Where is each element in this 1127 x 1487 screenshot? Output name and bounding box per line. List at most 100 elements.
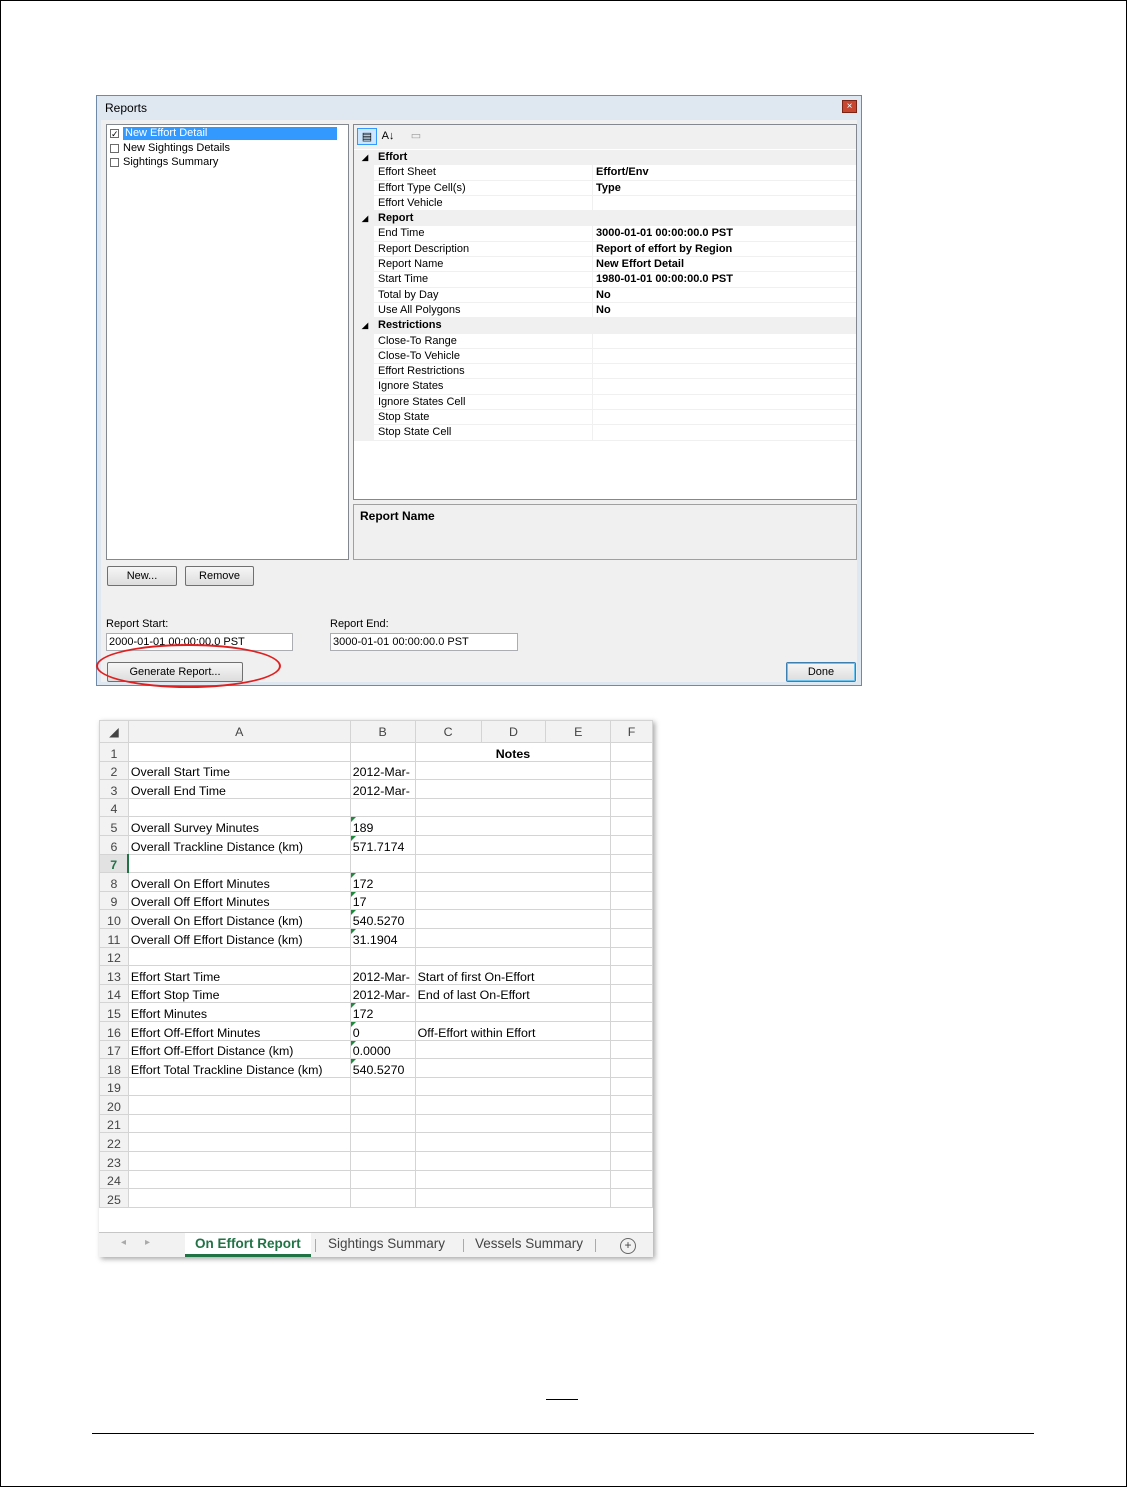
cell-b[interactable] [349, 853, 416, 874]
cell-c[interactable] [414, 760, 612, 781]
cell-f[interactable] [610, 1039, 653, 1060]
cell-f[interactable] [610, 853, 653, 874]
column-header[interactable]: E [545, 720, 612, 743]
report-end-field[interactable]: 3000-01-01 00:00:00.0 PST [330, 633, 518, 651]
cell-c[interactable] [414, 1076, 612, 1097]
row-header[interactable]: 15 [99, 1002, 129, 1022]
row-header[interactable]: 10 [99, 909, 129, 929]
cell-a[interactable] [127, 1113, 351, 1134]
cell-a[interactable]: Overall Off Effort Minutes [127, 890, 351, 911]
row-header[interactable]: 21 [99, 1113, 129, 1134]
cell-b[interactable]: 17 [349, 890, 416, 911]
cell-f[interactable] [610, 779, 653, 799]
property-row[interactable]: Close-To Range [354, 333, 856, 349]
property-value[interactable]: No [596, 288, 611, 303]
report-list-item[interactable]: Sightings Summary [110, 156, 218, 169]
cell-c[interactable]: Off-Effort within Effort [414, 1020, 612, 1041]
cell-a[interactable] [127, 1095, 351, 1115]
property-row[interactable]: Effort Vehicle [354, 195, 856, 212]
cell-b[interactable]: 172 [349, 1002, 416, 1022]
cell-a[interactable]: Effort Start Time [127, 965, 351, 985]
cell-f[interactable] [610, 1188, 653, 1208]
sheet-nav-next-icon[interactable]: ▸ [145, 1237, 150, 1248]
cell-a[interactable] [127, 797, 351, 818]
sheet-tab-on-effort-report[interactable]: On Effort Report [185, 1233, 311, 1257]
cell-f[interactable] [610, 965, 653, 985]
property-row[interactable]: Effort Restrictions [354, 364, 856, 380]
row-header[interactable]: 9 [99, 890, 129, 911]
property-category[interactable]: ◢ Restrictions [354, 318, 856, 334]
collapse-caret-icon[interactable]: ◢ [362, 150, 368, 165]
property-row[interactable]: Stop State [354, 410, 856, 426]
row-header[interactable]: 25 [99, 1188, 129, 1208]
cell-a[interactable]: Overall Trackline Distance (km) [127, 834, 351, 855]
cell-a[interactable] [127, 1132, 351, 1153]
cell-c[interactable] [414, 816, 612, 836]
cell-c[interactable] [414, 779, 612, 799]
cell-c[interactable] [414, 1113, 612, 1134]
cell-f[interactable] [610, 1020, 653, 1041]
cell-c[interactable] [414, 927, 612, 948]
row-header[interactable]: 6 [99, 834, 129, 855]
cell-a[interactable] [127, 946, 351, 967]
cell-b[interactable]: 172 [349, 872, 416, 892]
cell-f[interactable] [610, 872, 653, 892]
cell-a[interactable] [127, 853, 351, 874]
done-button[interactable]: Done [786, 662, 856, 682]
cell-c[interactable] [414, 1039, 612, 1060]
property-row[interactable]: Start Time 1980-01-01 00:00:00.0 PST [354, 272, 856, 288]
row-header[interactable]: 4 [99, 797, 129, 818]
cell-f[interactable] [610, 946, 653, 967]
property-value[interactable]: Effort/Env [596, 165, 649, 180]
column-header[interactable]: D [480, 720, 547, 743]
cell-a[interactable]: Overall On Effort Minutes [127, 872, 351, 892]
cell-f[interactable] [610, 1169, 653, 1190]
row-header[interactable]: 18 [99, 1058, 129, 1078]
cell-b[interactable]: 2012-Mar- [349, 983, 416, 1004]
row-header[interactable]: 20 [99, 1095, 129, 1115]
row-header[interactable]: 14 [99, 983, 129, 1004]
property-row[interactable]: Ignore States [354, 379, 856, 395]
property-row[interactable]: End Time 3000-01-01 00:00:00.0 PST [354, 226, 856, 242]
cell-c[interactable] [414, 1132, 612, 1153]
property-row[interactable]: Report Description Report of effort by Re… [354, 241, 856, 258]
row-header[interactable]: 7 [99, 853, 130, 874]
property-row[interactable]: Report Name New Effort Detail [354, 257, 856, 273]
cell-f[interactable] [610, 1113, 653, 1134]
categorized-view-icon[interactable]: ▤ [357, 128, 377, 145]
cell-f[interactable] [610, 742, 653, 762]
cell-b[interactable] [349, 1076, 416, 1097]
row-header[interactable]: 2 [99, 760, 129, 781]
cell-a[interactable] [127, 1188, 351, 1208]
property-row[interactable]: Use All Polygons No [354, 302, 856, 319]
row-header[interactable]: 19 [99, 1076, 129, 1097]
cell-c[interactable]: Start of first On-Effort [414, 965, 612, 985]
cell-f[interactable] [610, 1058, 653, 1078]
cell-b[interactable] [349, 1095, 416, 1115]
cell-a[interactable]: Effort Off-Effort Distance (km) [127, 1039, 351, 1060]
cell-a[interactable]: Effort Off-Effort Minutes [127, 1020, 351, 1041]
property-value[interactable]: 1980-01-01 00:00:00.0 PST [596, 272, 733, 287]
column-header[interactable]: A [127, 720, 351, 743]
cell-b[interactable]: 31.1904 [349, 927, 416, 948]
property-row[interactable]: Ignore States Cell [354, 394, 856, 411]
close-icon[interactable]: × [842, 100, 857, 113]
cell-c[interactable] [414, 890, 612, 911]
row-header[interactable]: 12 [99, 946, 129, 967]
row-header[interactable]: 17 [99, 1039, 129, 1060]
sheet-nav-prev-icon[interactable]: ◂ [121, 1237, 126, 1248]
cell-b[interactable]: 540.5270 [349, 909, 416, 929]
new-button[interactable]: New... [107, 566, 177, 586]
cell-c[interactable] [414, 1095, 612, 1115]
property-value[interactable]: No [596, 303, 611, 318]
row-header[interactable]: 22 [99, 1132, 129, 1153]
property-row[interactable]: Effort Type Cell(s) Type [354, 180, 856, 196]
cell-b[interactable]: 189 [349, 816, 416, 836]
report-list[interactable]: ✓ New Effort Detail New Sightings Details S… [106, 124, 349, 560]
property-value[interactable]: Report of effort by Region [596, 242, 732, 257]
row-header[interactable]: 23 [99, 1151, 129, 1171]
property-pages-icon[interactable]: ▭ [406, 128, 426, 145]
sheet-tab-sightings-summary[interactable]: Sightings Summary [318, 1233, 455, 1257]
cell-f[interactable] [610, 909, 653, 929]
cell-c[interactable] [414, 946, 612, 967]
